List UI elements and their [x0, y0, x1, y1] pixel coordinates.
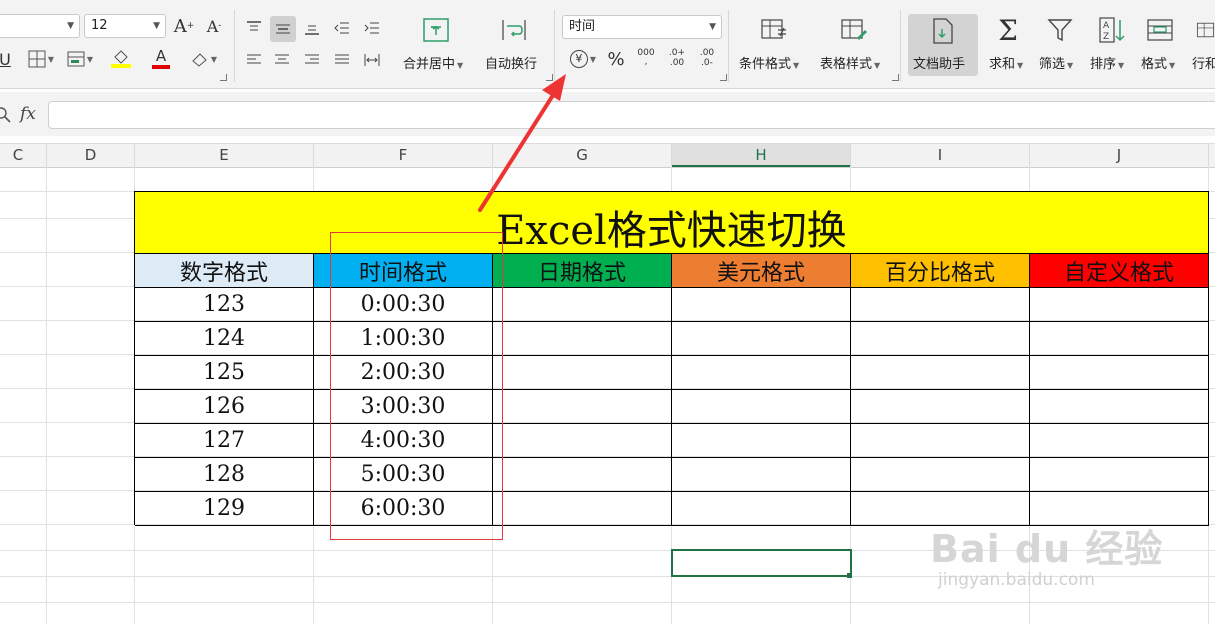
watermark-brand: Bai du 经验 — [930, 527, 1164, 571]
watermark-url: jingyan.baidu.com — [938, 570, 1095, 590]
watermark: Bai du 经验 jingyan.baidu.com — [930, 518, 1164, 598]
